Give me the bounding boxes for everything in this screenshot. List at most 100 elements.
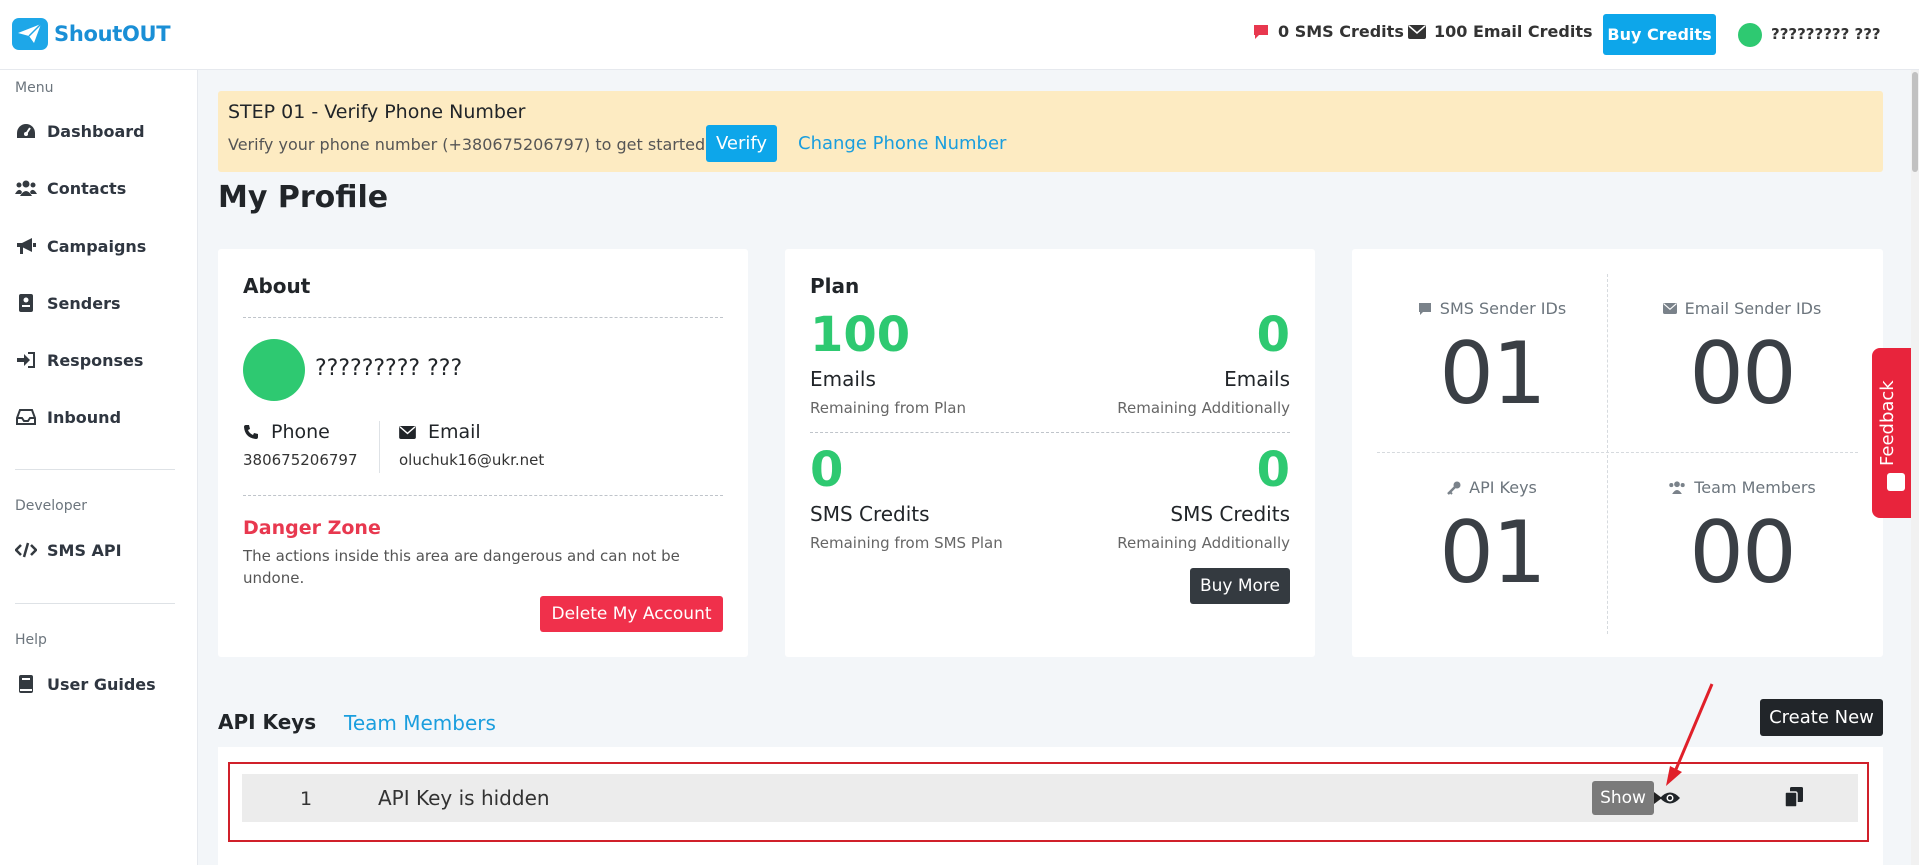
email-sender-ids-stat: Email Sender IDs 00 xyxy=(1627,299,1857,424)
sms-sender-ids-stat: SMS Sender IDs 01 xyxy=(1377,299,1607,424)
verify-button[interactable]: Verify xyxy=(706,125,777,162)
stats-card: SMS Sender IDs 01 Email Sender IDs 00 AP… xyxy=(1352,249,1883,657)
change-phone-link[interactable]: Change Phone Number xyxy=(798,133,1006,154)
sidebar-item-label: SMS API xyxy=(47,540,122,560)
sms-add-unit: SMS Credits xyxy=(1170,502,1290,526)
verify-phone-banner: STEP 01 - Verify Phone Number Verify you… xyxy=(218,91,1883,172)
banner-text: Verify your phone number (+380675206797)… xyxy=(228,135,711,154)
sidebar-item-label: User Guides xyxy=(47,674,156,694)
plan-card: Plan 100 Emails Remaining from Plan 0 Em… xyxy=(785,249,1315,657)
team-members-label: Team Members xyxy=(1694,478,1816,497)
sidebar-item-label: Inbound xyxy=(47,407,122,427)
phone-icon xyxy=(244,425,258,439)
id-card-icon xyxy=(15,293,37,313)
email-add-unit: Emails xyxy=(1224,367,1290,391)
banner-title: STEP 01 - Verify Phone Number xyxy=(228,101,526,123)
avatar xyxy=(243,339,305,401)
envelope-icon xyxy=(399,425,416,439)
sidebar-item-campaigns[interactable]: Campaigns xyxy=(15,236,146,256)
avatar[interactable] xyxy=(1738,23,1762,47)
sidebar-section-developer: Developer xyxy=(15,498,88,514)
tooltip-text: Show xyxy=(1600,788,1646,808)
email-value: oluchuk16@ukr.net xyxy=(399,451,545,469)
divider xyxy=(1377,452,1858,453)
divider xyxy=(243,317,723,318)
scrollbar-thumb[interactable] xyxy=(1912,72,1918,172)
sidebar: Menu Dashboard Contacts Campaigns Sender… xyxy=(0,70,198,865)
buy-credits-button[interactable]: Buy Credits xyxy=(1603,14,1716,55)
email-label-text: Email xyxy=(428,421,481,443)
envelope-icon xyxy=(1662,303,1677,314)
team-members-stat: Team Members 00 xyxy=(1627,478,1857,603)
sidebar-item-label: Campaigns xyxy=(47,236,147,256)
inbox-icon xyxy=(15,407,37,427)
sidebar-item-contacts[interactable]: Contacts xyxy=(15,178,126,198)
email-add-sub: Remaining Additionally xyxy=(1117,399,1290,417)
sidebar-item-label: Contacts xyxy=(47,178,127,198)
danger-zone-text: The actions inside this area are dangero… xyxy=(243,547,680,587)
users-icon xyxy=(15,178,37,198)
divider xyxy=(810,432,1290,433)
email-label: Email xyxy=(399,421,481,443)
email-credits: 100 Email Credits xyxy=(1408,22,1593,41)
sidebar-item-sms-api[interactable]: SMS API xyxy=(15,540,122,560)
sidebar-item-label: Dashboard xyxy=(47,121,145,141)
divider xyxy=(1607,274,1608,634)
logo-text: ShoutOUT xyxy=(54,22,171,46)
api-keys-value: 01 xyxy=(1439,503,1546,603)
book-icon xyxy=(15,674,37,694)
logo[interactable]: ShoutOUT xyxy=(12,18,171,50)
phone-label: Phone xyxy=(243,421,330,443)
eye-icon[interactable] xyxy=(1658,789,1682,807)
phone-value: 380675206797 xyxy=(243,451,358,469)
gauge-icon xyxy=(15,121,37,141)
sidebar-section-help: Help xyxy=(15,632,47,648)
show-tooltip: Show xyxy=(1592,781,1662,815)
sms-plan-unit: SMS Credits xyxy=(810,502,930,526)
user-name[interactable]: ????????? ??? xyxy=(1771,25,1881,43)
sms-sender-ids-label: SMS Sender IDs xyxy=(1439,299,1567,318)
sms-credits: 0 SMS Credits xyxy=(1252,22,1404,41)
about-card: About ????????? ??? Phone 380675206797 E… xyxy=(218,249,748,657)
tab-team-members[interactable]: Team Members xyxy=(344,711,496,735)
danger-zone-title: Danger Zone xyxy=(243,517,381,539)
plan-title: Plan xyxy=(810,274,860,298)
envelope-icon xyxy=(1408,24,1426,39)
email-plan-value: 100 xyxy=(810,307,911,363)
copy-icon[interactable] xyxy=(1784,787,1805,809)
sms-add-value: 0 xyxy=(1256,442,1290,498)
sms-add-sub: Remaining Additionally xyxy=(1117,534,1290,552)
chat-icon xyxy=(1254,24,1268,39)
users-icon xyxy=(1669,481,1685,494)
email-credits-text: 100 Email Credits xyxy=(1434,22,1593,41)
create-new-button[interactable]: Create New xyxy=(1760,699,1883,736)
sms-sender-ids-value: 01 xyxy=(1439,324,1546,424)
sidebar-item-label: Senders xyxy=(47,293,121,313)
sidebar-item-dashboard[interactable]: Dashboard xyxy=(15,121,145,141)
api-keys-label: API Keys xyxy=(1469,478,1537,497)
smile-icon xyxy=(1887,473,1905,491)
delete-account-button[interactable]: Delete My Account xyxy=(540,596,723,632)
sidebar-item-inbound[interactable]: Inbound xyxy=(15,407,121,427)
email-sender-ids-label: Email Sender IDs xyxy=(1684,299,1822,318)
feedback-label: Feedback xyxy=(1877,380,1898,466)
scrollbar[interactable] xyxy=(1911,70,1919,865)
comment-icon xyxy=(1418,302,1431,315)
code-icon xyxy=(15,540,37,560)
phone-label-text: Phone xyxy=(271,421,330,443)
sign-in-icon xyxy=(15,350,37,370)
team-members-value: 00 xyxy=(1689,503,1796,603)
sms-credits-text: 0 SMS Credits xyxy=(1278,22,1404,41)
sidebar-item-user-guides[interactable]: User Guides xyxy=(15,674,156,694)
sms-plan-sub: Remaining from SMS Plan xyxy=(810,534,1003,552)
sms-plan-value: 0 xyxy=(810,442,844,498)
profile-name: ????????? ??? xyxy=(315,356,463,381)
key-icon xyxy=(1447,481,1461,495)
tab-api-keys[interactable]: API Keys xyxy=(218,710,316,734)
email-sender-ids-value: 00 xyxy=(1689,324,1796,424)
about-title: About xyxy=(243,274,311,298)
buy-more-button[interactable]: Buy More xyxy=(1190,568,1290,604)
sidebar-item-responses[interactable]: Responses xyxy=(15,350,143,370)
api-keys-stat: API Keys 01 xyxy=(1377,478,1607,603)
sidebar-item-senders[interactable]: Senders xyxy=(15,293,120,313)
